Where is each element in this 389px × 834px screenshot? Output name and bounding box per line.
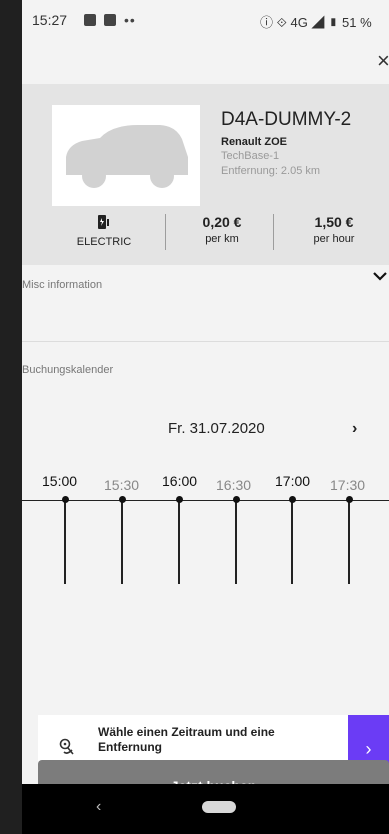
status-indicators-text: ⓘ ⟐ 4G ◢ ▮ 51 %: [260, 15, 372, 30]
timeline-time: 15:30: [104, 477, 140, 493]
status-indicators: ⓘ ⟐ 4G ◢ ▮ 51 %: [260, 12, 372, 31]
price-km-value: 0,20 €: [202, 214, 242, 230]
charging-station-icon: [64, 214, 144, 233]
vehicle-name: D4A-DUMMY-2: [221, 109, 352, 130]
calendar-date: Fr. 31.07.2020: [168, 420, 265, 437]
timeline-time: 17:30: [330, 477, 366, 493]
timeline-time: 17:00: [275, 473, 311, 489]
price-hour-value: 1,50 €: [314, 214, 354, 230]
home-handle-icon[interactable]: [202, 801, 236, 813]
timeline-dot: [62, 496, 69, 503]
app-screen: 15:27 •• ⓘ ⟐ 4G ◢ ▮ 51 % × D4A-DUMMY-2 R…: [22, 0, 389, 834]
chevron-down-icon[interactable]: [373, 271, 387, 281]
timeline-dot: [119, 496, 126, 503]
device-frame: [0, 0, 22, 834]
timeline-tick: [291, 497, 293, 584]
price-per-km: 0,20 € per km: [172, 214, 272, 245]
price-per-hour: 1,50 € per hour: [284, 214, 384, 245]
price-km-label: per km: [205, 233, 239, 245]
calendar-notification-icon: [104, 14, 116, 26]
close-icon[interactable]: ×: [377, 48, 389, 74]
timeline-dot: [346, 496, 353, 503]
timeline-tick: [178, 497, 180, 584]
timeline-time: 16:30: [216, 477, 252, 493]
timeline-time: 16:00: [162, 473, 198, 489]
timeline-dot: [176, 496, 183, 503]
timeline-axis: [22, 500, 389, 501]
hint-text: Wähle einen Zeitraum und eine Entfernung: [98, 725, 275, 754]
timeline-tick: [348, 497, 350, 584]
fuel-type: ELECTRIC: [64, 214, 144, 248]
fuel-type-label: ELECTRIC: [76, 236, 132, 248]
stat-divider: [273, 214, 274, 250]
divider: [22, 341, 389, 342]
misc-information-label: Misc information: [22, 279, 103, 291]
price-hour-label: per hour: [313, 233, 355, 245]
stat-divider: [165, 214, 166, 250]
misc-information-section[interactable]: Misc information: [22, 265, 389, 342]
car-silhouette-icon: [66, 125, 188, 188]
status-time: 15:27: [32, 12, 68, 28]
timeline-tick: [121, 497, 123, 584]
chevron-right-icon[interactable]: ›: [352, 420, 357, 438]
notification-icons: ••: [84, 12, 136, 28]
back-icon[interactable]: ‹: [96, 798, 101, 816]
more-notifications-icon: ••: [124, 12, 136, 28]
vehicle-model: Renault ZOE: [221, 136, 288, 148]
booking-calendar-label: Buchungskalender: [22, 364, 114, 376]
timeline-dot: [233, 496, 240, 503]
location-route-icon: [59, 738, 74, 755]
system-navigation-bar: ‹: [22, 784, 389, 834]
vehicle-base: TechBase-1: [221, 150, 280, 162]
timeline-tick: [235, 497, 237, 584]
vehicle-distance: Entfernung: 2.05 km: [221, 165, 321, 177]
car-image: [52, 105, 200, 206]
status-bar: 15:27 •• ⓘ ⟐ 4G ◢ ▮ 51 %: [22, 0, 389, 42]
timeline-dot: [289, 496, 296, 503]
timeline-time: 15:00: [42, 473, 78, 489]
vehicle-card: D4A-DUMMY-2 Renault ZOE TechBase-1 Entfe…: [22, 84, 389, 265]
timeline-tick: [64, 497, 66, 584]
image-notification-icon: [84, 14, 96, 26]
top-bar: [22, 42, 389, 84]
